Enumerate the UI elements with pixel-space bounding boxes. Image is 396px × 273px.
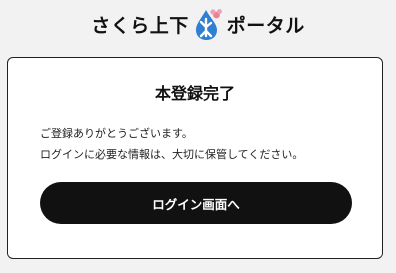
card-title: 本登録完了 xyxy=(154,84,235,103)
logo-text-right: ポータル xyxy=(226,14,305,37)
logo-text-left: さくら上下 xyxy=(91,14,189,37)
message-line-2: ログインに必要な情報は、大切に保管してください。 xyxy=(40,148,304,161)
message-line-1: ご登録ありがとうございます。 xyxy=(40,127,193,140)
page: さくら上下 ポータル 本登録完了 ご登録ありがとうございます。 ログインに必要な… xyxy=(0,0,396,273)
site-logo[interactable]: さくら上下 ポータル xyxy=(0,6,396,42)
water-drop-sakura-logo-icon xyxy=(193,7,223,41)
login-screen-button[interactable]: ログイン画面へ xyxy=(40,182,352,224)
registration-complete-card: 本登録完了 ご登録ありがとうございます。 ログインに必要な情報は、大切に保管して… xyxy=(7,57,383,259)
